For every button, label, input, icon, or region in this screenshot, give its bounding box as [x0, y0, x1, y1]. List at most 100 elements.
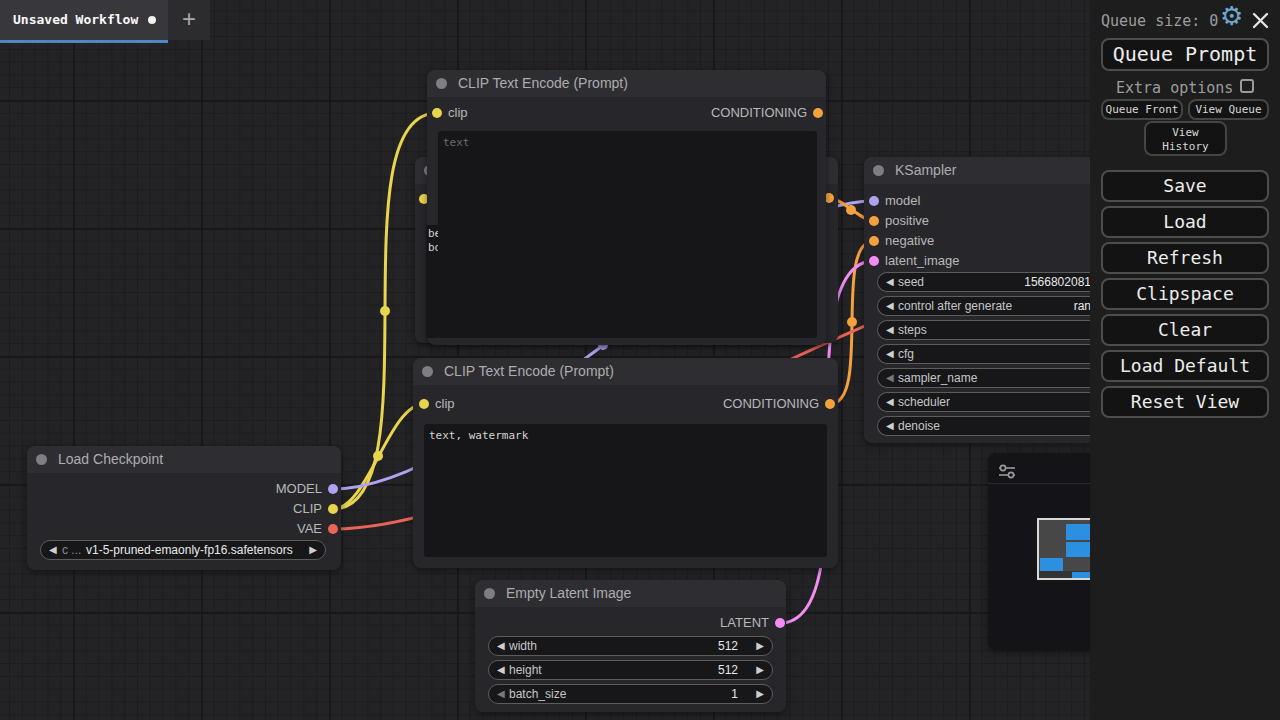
- widget-ckpt-name[interactable]: ◀ c ... v1-5-pruned-emaonly-fp16.safetenso…: [40, 540, 326, 560]
- output-label: CONDITIONING: [711, 105, 807, 120]
- widget-height[interactable]: ◀ height 512 ▶: [488, 660, 773, 680]
- prompt-textarea[interactable]: text, watermark: [424, 424, 827, 557]
- collapse-dot-icon[interactable]: [484, 588, 495, 599]
- queue-size-label: Queue size: 0: [1101, 12, 1218, 30]
- input-dot-clip[interactable]: [419, 399, 429, 409]
- input-dot-latent_image[interactable]: [869, 256, 879, 266]
- node-title: KSampler: [895, 162, 956, 178]
- widget-value[interactable]: 512: [718, 639, 738, 653]
- clear-button[interactable]: Clear: [1101, 314, 1269, 346]
- link-clip-to-encode1-midpoint-dot: [380, 306, 390, 316]
- widget-label: batch_size: [509, 687, 566, 701]
- widget-width[interactable]: ◀width512▶: [488, 636, 773, 656]
- load-default-button[interactable]: Load Default: [1101, 350, 1269, 382]
- input-dot-negative[interactable]: [869, 236, 879, 246]
- output-dot-CONDITIONING[interactable]: [813, 108, 823, 118]
- load-checkpoint[interactable]: Load Checkpoint MODEL CLIP VAE ◀ c ... v1-5-pr…: [27, 446, 341, 570]
- node-titlebar[interactable]: Empty Latent Image: [475, 580, 786, 607]
- collapse-dot-icon[interactable]: [436, 78, 447, 89]
- output-dot-CONDITIONING[interactable]: [825, 399, 835, 409]
- hidden-prompt-textarea-clipped[interactable]: be bo: [426, 225, 438, 338]
- output-dot-MODEL[interactable]: [328, 484, 338, 494]
- input-dot-model[interactable]: [869, 196, 879, 206]
- load-button[interactable]: Load: [1101, 206, 1269, 238]
- prompt-textarea[interactable]: text: [438, 131, 817, 338]
- new-workflow-button[interactable]: +: [168, 0, 210, 40]
- prev-option-arrow-icon[interactable]: ◀: [49, 544, 57, 555]
- widget-label: sampler_name: [898, 371, 977, 385]
- input-label: positive: [885, 213, 929, 228]
- settings-gear-icon[interactable]: ⚙: [1220, 1, 1243, 31]
- clipspace-button[interactable]: Clipspace: [1101, 278, 1269, 310]
- decrement-arrow-icon[interactable]: ◀: [497, 664, 505, 675]
- preview-image-shape: [1040, 558, 1063, 571]
- textarea-placeholder: text: [443, 136, 470, 149]
- node-title: CLIP Text Encode (Prompt): [458, 75, 628, 91]
- node-titlebar[interactable]: Load Checkpoint: [27, 446, 341, 473]
- output-label: CLIP: [293, 501, 322, 516]
- ckpt-filename[interactable]: v1-5-pruned-emaonly-fp16.safetensors: [86, 543, 293, 557]
- widget-batch_size[interactable]: ◀ batch_size 1 ▶: [488, 684, 773, 704]
- queue-prompt-button[interactable]: Queue Prompt: [1101, 38, 1269, 71]
- widget-label: height: [509, 663, 542, 677]
- next-option-arrow-icon[interactable]: ▶: [309, 544, 317, 555]
- output-label: LATENT: [720, 615, 769, 630]
- ckpt-path-prefix: c ...: [62, 543, 81, 557]
- output-dot-LATENT[interactable]: [775, 618, 785, 628]
- decrement-arrow-icon[interactable]: ◀: [497, 640, 505, 651]
- sliders-icon[interactable]: [998, 463, 1018, 481]
- queue-front-button[interactable]: Queue Front: [1101, 99, 1183, 120]
- increment-arrow-icon[interactable]: ▶: [756, 688, 764, 699]
- widget-label: denoise: [898, 419, 940, 433]
- widget-value[interactable]: 512: [718, 663, 738, 677]
- widget-label: steps: [898, 323, 927, 337]
- widget-value[interactable]: ran: [878, 299, 1091, 313]
- collapse-dot-icon[interactable]: [36, 454, 47, 465]
- clip-text-encode-1[interactable]: CLIP Text Encode (Prompt) clip CONDITIONIN…: [427, 70, 826, 345]
- increment-arrow-icon[interactable]: ▶: [756, 664, 764, 675]
- clip-text-encode-2[interactable]: CLIP Text Encode (Prompt)clipCONDITIONIN…: [413, 358, 838, 568]
- decrement-arrow-icon[interactable]: ◀: [886, 348, 894, 359]
- output-dot-VAE[interactable]: [328, 524, 338, 534]
- node-titlebar[interactable]: CLIP Text Encode (Prompt): [413, 358, 838, 385]
- decrement-arrow-icon[interactable]: ◀: [497, 688, 505, 699]
- view-queue-button[interactable]: View Queue: [1188, 99, 1269, 120]
- input-dot-clip[interactable]: [432, 108, 442, 118]
- link-clip-to-encode2-midpoint-dot: [373, 451, 383, 461]
- output-label: MODEL: [276, 481, 322, 496]
- active-tab-underline: [0, 40, 168, 43]
- node-title: CLIP Text Encode (Prompt): [444, 363, 614, 379]
- node-title: Load Checkpoint: [58, 451, 163, 467]
- view-history-button[interactable]: ViewHistory: [1144, 121, 1227, 156]
- empty-latent-image[interactable]: Empty Latent ImageLATENT◀width512▶◀heigh…: [475, 580, 786, 712]
- output-dot-CLIP[interactable]: [328, 504, 338, 514]
- comfy-menu: Queue size: 0 ⚙ Queue Prompt Extra optio…: [1090, 0, 1280, 720]
- increment-arrow-icon[interactable]: ▶: [756, 640, 764, 651]
- reset-view-button[interactable]: Reset View: [1101, 386, 1269, 418]
- widget-value[interactable]: 1566802081: [878, 275, 1091, 289]
- extra-options-checkbox[interactable]: [1240, 79, 1254, 93]
- link-negative-midpoint-dot: [847, 317, 857, 327]
- node-titlebar[interactable]: CLIP Text Encode (Prompt): [427, 70, 826, 97]
- unsaved-indicator-dot: [148, 16, 156, 24]
- collapse-dot-icon[interactable]: [873, 165, 884, 176]
- tab-unsaved-workflow[interactable]: Unsaved Workflow: [0, 0, 168, 40]
- collapse-dot-icon[interactable]: [422, 366, 433, 377]
- close-menu-icon[interactable]: [1252, 12, 1269, 29]
- refresh-button[interactable]: Refresh: [1101, 242, 1269, 274]
- decrement-arrow-icon[interactable]: ◀: [886, 324, 894, 335]
- decrement-arrow-icon[interactable]: ◀: [886, 372, 894, 383]
- save-button[interactable]: Save: [1101, 170, 1269, 202]
- input-label: negative: [885, 233, 934, 248]
- input-dot-positive[interactable]: [869, 216, 879, 226]
- widget-label: scheduler: [898, 395, 950, 409]
- decrement-arrow-icon[interactable]: ◀: [886, 420, 894, 431]
- output-label: CONDITIONING: [723, 396, 819, 411]
- widget-value[interactable]: 1: [731, 687, 738, 701]
- node-title: Empty Latent Image: [506, 585, 631, 601]
- tab-title: Unsaved Workflow: [13, 12, 138, 27]
- decrement-arrow-icon[interactable]: ◀: [886, 396, 894, 407]
- output-label: VAE: [297, 521, 322, 536]
- input-label: clip: [448, 105, 468, 120]
- input-label: latent_image: [885, 253, 959, 268]
